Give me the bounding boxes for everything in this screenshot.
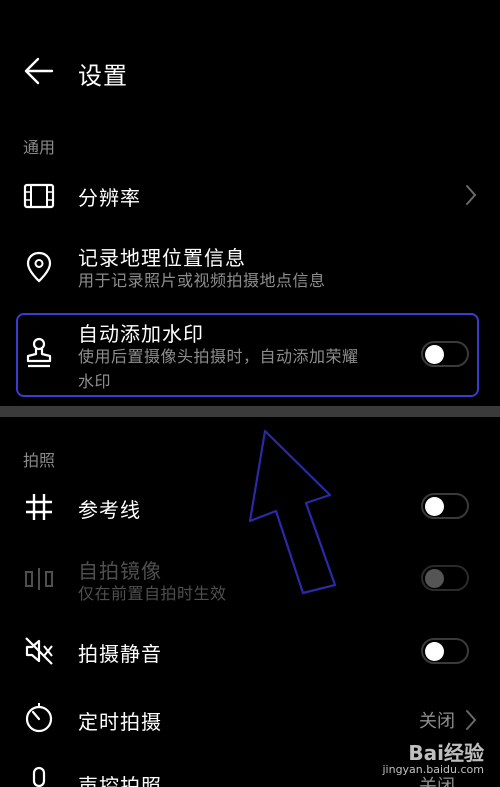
location-pin-icon — [26, 251, 52, 283]
timer-label: 定时拍摄 — [78, 710, 162, 734]
selfie-mirror-label: 自拍镜像 — [78, 559, 162, 583]
voice-control-label: 声控拍照 — [78, 774, 162, 787]
section-divider — [0, 406, 500, 417]
grid-hash-icon — [26, 494, 52, 520]
microphone-icon — [32, 766, 46, 787]
back-arrow-icon[interactable] — [22, 55, 54, 87]
chevron-right-icon — [466, 710, 477, 730]
auto-watermark-description-line1: 使用后置摄像头拍摄时，自动添加荣耀 — [78, 347, 359, 366]
location-row[interactable]: 记录地理位置信息 用于记录照片或视频拍摄地点信息 — [0, 240, 500, 300]
gridlines-label: 参考线 — [78, 498, 141, 522]
location-description: 用于记录照片或视频拍摄地点信息 — [78, 271, 326, 290]
speaker-mute-icon — [25, 637, 53, 665]
selfie-mirror-toggle — [421, 565, 469, 591]
annotation-arrow — [248, 429, 337, 595]
toggle-knob — [425, 497, 444, 516]
auto-watermark-toggle[interactable] — [421, 341, 469, 367]
baidu-jingyan-watermark: Bai经验 jingyan.baidu.com — [348, 735, 488, 781]
page-title: 设置 — [78, 62, 128, 90]
film-frame-icon — [23, 183, 55, 209]
gridlines-toggle[interactable] — [421, 493, 469, 519]
section-photo-label: 拍照 — [23, 451, 56, 470]
timer-value: 关闭 — [419, 711, 455, 732]
resolution-label: 分辨率 — [78, 186, 141, 210]
auto-watermark-label: 自动添加水印 — [78, 322, 204, 346]
watermark-url: jingyan.baidu.com — [382, 763, 484, 776]
auto-watermark-description-line2: 水印 — [78, 372, 112, 391]
toggle-knob — [425, 569, 444, 588]
mute-row[interactable]: 拍摄静音 — [0, 627, 500, 677]
mute-toggle[interactable] — [421, 638, 469, 664]
toggle-knob — [425, 642, 444, 661]
mirror-icon — [25, 568, 53, 590]
watermark-logo-text: Bai经验 — [408, 741, 484, 765]
resolution-row[interactable]: 分辨率 — [0, 170, 500, 220]
toggle-knob — [425, 345, 444, 364]
chevron-right-icon — [466, 185, 477, 205]
timer-icon — [25, 703, 53, 733]
auto-watermark-row[interactable]: 自动添加水印 使用后置摄像头拍摄时，自动添加荣耀 水印 — [0, 316, 500, 396]
section-general-label: 通用 — [23, 138, 56, 157]
mute-label: 拍摄静音 — [78, 642, 162, 666]
stamp-icon — [26, 337, 52, 368]
selfie-mirror-description: 仅在前置自拍时生效 — [78, 584, 227, 603]
location-label: 记录地理位置信息 — [78, 246, 246, 270]
